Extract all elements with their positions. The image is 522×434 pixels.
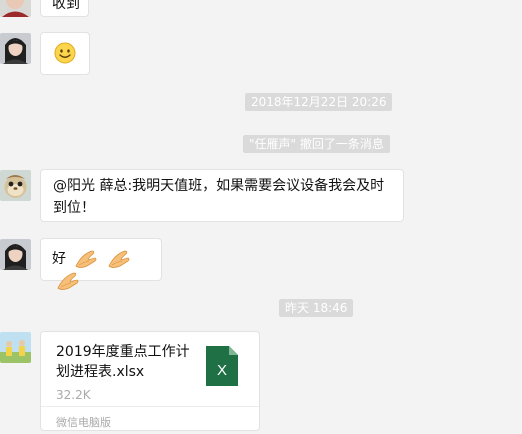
file-source-label: 微信电脑版 — [56, 416, 111, 429]
system-recall-notice: "任雁声" 撤回了一条消息 — [243, 135, 390, 153]
message-text: @阳光 薛总:我明天值班，如果需要会议设备我会及时到位！ — [53, 178, 385, 216]
file-message-card[interactable]: 2019年度重点工作计划进程表.xlsx 32.2K X 微信电脑版 — [40, 331, 260, 431]
file-name: 2019年度重点工作计划进程表.xlsx — [56, 344, 190, 380]
avatar[interactable] — [0, 0, 31, 17]
message-bubble[interactable]: @阳光 薛总:我明天值班，如果需要会议设备我会及时到位！ — [40, 169, 404, 222]
excel-file-icon-letter: X — [217, 362, 227, 379]
divider — [41, 406, 259, 407]
message-text: 好 — [52, 251, 66, 267]
message-text: 收到 — [52, 0, 80, 12]
message-bubble[interactable]: 好 — [40, 238, 162, 290]
message-bubble[interactable]: 收到 — [40, 0, 89, 17]
message-bubble[interactable] — [40, 32, 90, 75]
avatar[interactable] — [0, 170, 31, 201]
waving-hand-emoji-icon — [108, 250, 130, 268]
smile-emoji-icon — [54, 42, 76, 64]
avatar[interactable] — [0, 33, 31, 64]
file-size: 32.2K — [56, 388, 91, 402]
timestamp: 2018年12月22日 20:26 — [245, 93, 393, 111]
avatar[interactable] — [0, 332, 31, 363]
timestamp: 昨天 18:46 — [279, 299, 354, 317]
waving-hand-emoji-icon — [57, 272, 79, 290]
waving-hand-emoji-icon — [75, 250, 97, 268]
excel-file-icon: X — [206, 346, 238, 386]
avatar[interactable] — [0, 239, 31, 270]
